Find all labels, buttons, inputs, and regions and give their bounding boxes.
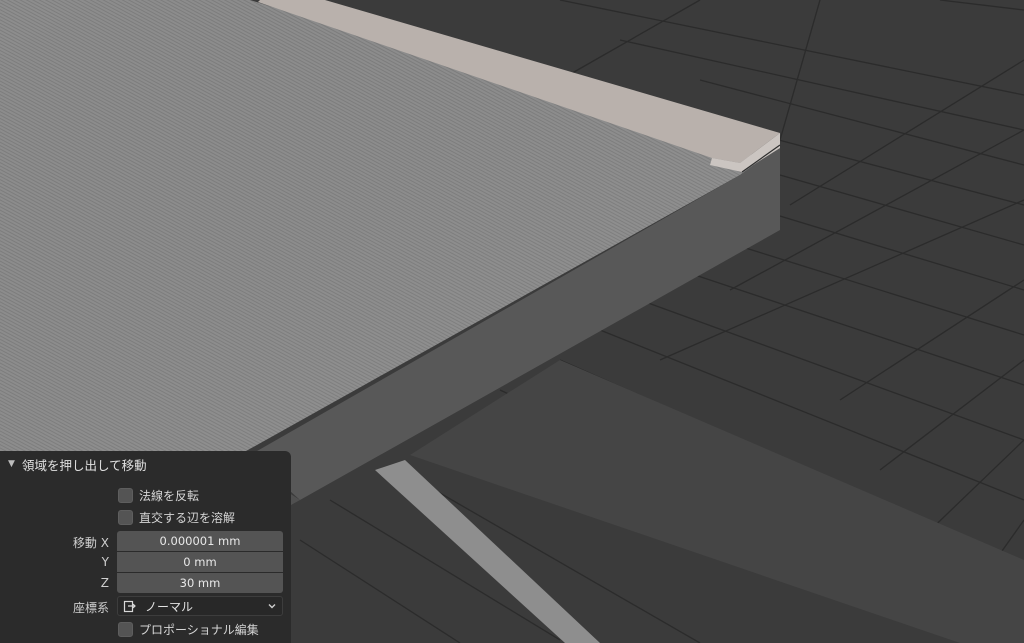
- move-label: 移動: [72, 536, 97, 550]
- orientation-value: ノーマル: [145, 599, 194, 614]
- dissolve-orthogonal-edges-checkbox[interactable]: 直交する辺を溶解: [118, 507, 235, 527]
- orientation-normal-icon: [123, 599, 137, 613]
- move-y-value: 0 mm: [183, 555, 217, 569]
- checkbox-box[interactable]: [118, 487, 133, 503]
- chevron-down-icon: [267, 601, 277, 611]
- move-z-value: 30 mm: [179, 576, 221, 590]
- move-z-label: Z: [100, 576, 109, 590]
- move-x-label: 移動 X: [73, 534, 109, 551]
- proportional-editing-checkbox[interactable]: プロポーショナル編集: [118, 619, 259, 639]
- move-x-field[interactable]: 0.000001 mm: [117, 531, 283, 551]
- move-x-value: 0.000001 mm: [159, 534, 241, 548]
- redo-last-panel: ▼ 領域を押し出して移動 法線を反転 直交する辺を溶解 移動 X 0.00000…: [0, 451, 291, 643]
- panel-header[interactable]: ▼ 領域を押し出して移動: [0, 451, 291, 477]
- dissolve-edges-label: 直交する辺を溶解: [139, 510, 236, 525]
- checkbox-box[interactable]: [118, 509, 133, 525]
- x-axis-label: X: [100, 536, 109, 550]
- triangle-down-icon[interactable]: ▼: [8, 459, 20, 469]
- move-y-label: Y: [101, 555, 109, 569]
- orientation-label: 座標系: [72, 601, 109, 615]
- proportional-editing-label: プロポーショナル編集: [139, 622, 259, 637]
- move-y-field[interactable]: 0 mm: [117, 552, 283, 572]
- panel-title: 領域を押し出して移動: [22, 457, 147, 473]
- move-z-field[interactable]: 30 mm: [117, 573, 283, 593]
- flip-normals-checkbox[interactable]: 法線を反転: [118, 485, 199, 505]
- checkbox-box[interactable]: [118, 621, 133, 637]
- flip-normals-label: 法線を反転: [139, 488, 200, 503]
- orientation-dropdown[interactable]: ノーマル: [117, 596, 283, 616]
